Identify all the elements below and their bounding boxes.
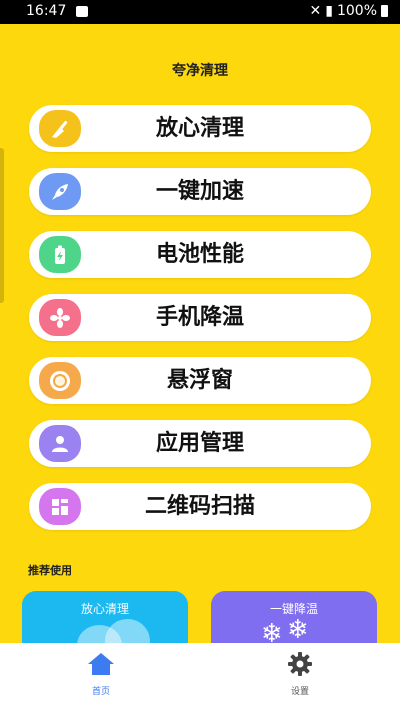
signal-icon: ▮	[325, 3, 333, 19]
menu-item-cooldown[interactable]: 手机降温	[29, 294, 371, 341]
menu-item-speedup[interactable]: 一键加速	[29, 168, 371, 215]
menu-item-qr-scan[interactable]: 二维码扫描	[29, 483, 371, 530]
recommend-title: 推荐使用	[28, 564, 72, 577]
card-label: 放心清理	[80, 602, 129, 616]
status-right: ✕ ▮ 100%	[310, 3, 388, 19]
menu-item-floating-window[interactable]: 悬浮窗	[29, 357, 371, 404]
page-title: 夸净清理	[172, 63, 228, 79]
tab-home[interactable]: 首页	[61, 651, 141, 697]
home-icon	[88, 653, 114, 675]
snowflake-icon: ❄	[287, 615, 309, 645]
menu-item-app-manage[interactable]: 应用管理	[29, 420, 371, 467]
bottom-tab-bar: 首页 设置	[0, 643, 400, 711]
menu-item-label: 悬浮窗	[166, 368, 233, 393]
mute-icon: ✕	[309, 3, 322, 19]
battery-percent: 100%	[336, 3, 377, 19]
gear-icon	[288, 652, 312, 676]
menu-item-label: 电池性能	[155, 242, 244, 267]
menu-item-clean[interactable]: 放心清理	[29, 105, 371, 152]
tab-label: 设置	[290, 687, 309, 697]
menu-item-label: 放心清理	[155, 116, 244, 141]
status-bar: 16:47 ✕ ▮ 100%	[0, 0, 400, 24]
menu-item-label: 二维码扫描	[144, 494, 255, 519]
recommend-card-clean[interactable]: 放心清理	[22, 591, 188, 649]
edge-handle	[0, 148, 4, 303]
menu-item-battery[interactable]: 电池性能	[29, 231, 371, 278]
tab-settings[interactable]: 设置	[260, 651, 340, 697]
notification-icon	[76, 6, 88, 17]
menu-item-label: 手机降温	[155, 305, 244, 330]
menu-item-label: 一键加速	[155, 179, 244, 204]
status-time: 16:47	[26, 3, 67, 19]
recommend-card-cooldown[interactable]: 一键降温 ❄ ❄	[211, 591, 377, 649]
feature-menu: 放心清理 一键加速 电池性能 手机降温 悬浮窗 应用管理 二维码扫描	[29, 105, 371, 546]
battery-icon	[381, 5, 388, 17]
tab-label: 首页	[91, 687, 110, 697]
menu-item-label: 应用管理	[155, 431, 244, 456]
